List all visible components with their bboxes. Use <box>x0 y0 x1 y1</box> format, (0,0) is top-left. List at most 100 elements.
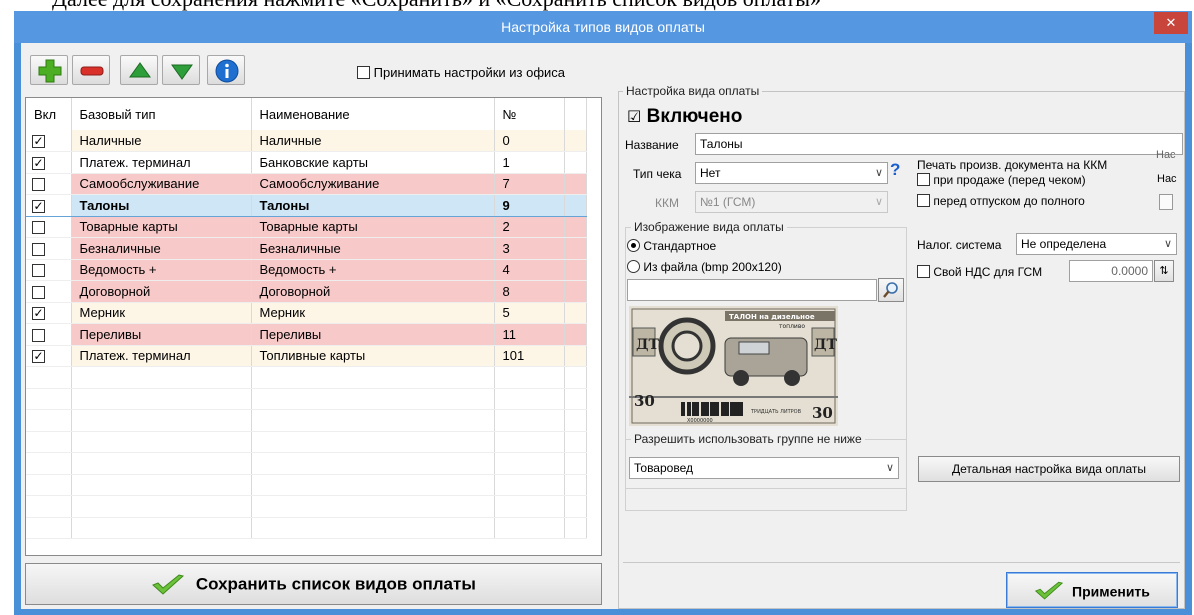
row-name: Договорной <box>251 280 495 303</box>
coupon-serial: Х0000000 <box>687 418 713 424</box>
tax-system-select[interactable]: Не определена ∨ <box>1016 233 1177 255</box>
row-enabled-cell[interactable] <box>26 323 72 346</box>
row-base-type: Ведомость + <box>71 259 252 281</box>
stepper-icon: ⇅ <box>1159 265 1169 277</box>
magnifier-icon <box>883 282 898 298</box>
empty-cell <box>71 388 252 410</box>
receipt-type-select[interactable]: Нет ∨ <box>695 162 888 184</box>
row-enabled-checkbox[interactable]: ✓ <box>32 135 45 149</box>
save-list-label: Сохранить список видов оплаты <box>195 574 476 594</box>
row-name: Наличные <box>251 130 495 152</box>
table-row[interactable]: ✓ Талоны Талоны 9 <box>26 194 587 217</box>
row-enabled-checkbox[interactable] <box>32 264 45 278</box>
vat-stepper[interactable]: ⇅ <box>1154 260 1174 282</box>
kkm-select[interactable]: №1 (ГСМ) ∨ <box>695 191 888 213</box>
empty-cell <box>564 474 587 496</box>
table-row[interactable]: Товарные карты Товарные карты 2 <box>26 216 587 238</box>
row-enabled-checkbox[interactable]: ✓ <box>32 307 45 321</box>
image-standard-radio[interactable] <box>627 239 640 253</box>
image-standard-option[interactable]: Стандартное <box>627 238 716 253</box>
dialog-window: Настройка типов видов оплаты ✕ Принимать… <box>14 11 1192 615</box>
print-before-full-option[interactable]: перед отпуском до полного <box>917 193 1085 208</box>
image-standard-label: Стандартное <box>643 238 717 253</box>
office-settings-option[interactable]: Принимать настройки из офиса <box>357 64 565 80</box>
row-enabled-checkbox[interactable] <box>32 328 45 342</box>
tax-system-label: Налог. система <box>917 238 1002 252</box>
print-on-sale-option[interactable]: при продаже (перед чеком) <box>917 172 1086 187</box>
column-header-base-type[interactable]: Базовый тип <box>71 98 252 130</box>
add-button[interactable] <box>30 55 68 85</box>
row-number: 5 <box>494 302 565 324</box>
row-enabled-cell[interactable]: ✓ <box>26 130 72 152</box>
row-spacer <box>564 130 587 152</box>
group-min-select[interactable]: Товаровед ∨ <box>629 457 899 479</box>
own-vat-input[interactable]: 0.0000 <box>1069 260 1153 282</box>
print-on-sale-checkbox[interactable] <box>917 173 930 187</box>
table-row[interactable]: ✓ Наличные Наличные 0 <box>26 130 587 152</box>
table-row[interactable]: Переливы Переливы 11 <box>26 323 587 346</box>
row-base-type: Платеж. терминал <box>71 345 252 367</box>
image-file-input[interactable] <box>627 279 877 301</box>
empty-cell <box>494 366 565 389</box>
table-row[interactable]: ✓ Мерник Мерник 5 <box>26 302 587 324</box>
row-enabled-cell[interactable] <box>26 237 72 260</box>
detail-settings-button[interactable]: Детальная настройка вида оплаты <box>918 456 1180 482</box>
apply-button[interactable]: Применить <box>1006 572 1178 608</box>
table-row[interactable]: Безналичные Безналичные 3 <box>26 237 587 260</box>
row-number: 101 <box>494 345 565 367</box>
row-enabled-checkbox[interactable]: ✓ <box>32 156 45 170</box>
row-enabled-checkbox[interactable]: ✓ <box>32 199 45 213</box>
help-icon[interactable]: ? <box>890 160 900 180</box>
receipt-type-value: Нет <box>700 166 721 180</box>
row-enabled-cell[interactable] <box>26 216 72 238</box>
name-input[interactable]: Талоны <box>695 133 1183 155</box>
empty-row <box>26 495 587 518</box>
table-row[interactable]: ✓ Платеж. терминал Банковские карты 1 <box>26 151 587 174</box>
info-button[interactable] <box>207 55 245 85</box>
column-header-enabled[interactable]: Вкл <box>26 98 72 130</box>
empty-cell <box>494 409 565 432</box>
row-enabled-cell[interactable]: ✓ <box>26 345 72 367</box>
row-spacer <box>564 216 587 238</box>
row-enabled-cell[interactable] <box>26 259 72 281</box>
row-enabled-cell[interactable]: ✓ <box>26 194 72 217</box>
move-up-button[interactable] <box>120 55 158 85</box>
row-enabled-cell[interactable]: ✓ <box>26 151 72 174</box>
empty-row <box>26 517 587 539</box>
row-enabled-checkbox[interactable] <box>32 178 45 192</box>
document-icon[interactable] <box>1159 194 1173 210</box>
print-before-full-checkbox[interactable] <box>917 194 930 208</box>
coupon-top-text: ТАЛОН на дизельное <box>729 313 815 321</box>
row-enabled-cell[interactable] <box>26 173 72 195</box>
close-button[interactable]: ✕ <box>1154 12 1188 34</box>
own-vat-option[interactable]: Свой НДС для ГСМ <box>917 264 1042 279</box>
table-row[interactable]: Самообслуживание Самообслуживание 7 <box>26 173 587 195</box>
table-row[interactable]: ✓ Платеж. терминал Топливные карты 101 <box>26 345 587 367</box>
browse-file-button[interactable] <box>878 278 904 302</box>
row-enabled-checkbox[interactable] <box>32 285 45 299</box>
office-settings-checkbox[interactable] <box>357 66 370 80</box>
enabled-checkmark[interactable]: ☑ <box>627 109 641 126</box>
image-file-option[interactable]: Из файла (bmp 200х120) <box>627 259 782 274</box>
group-min-label: Разрешить использовать группе не ниже <box>631 432 865 446</box>
enabled-option[interactable]: ☑ Включено <box>627 106 742 128</box>
remove-button[interactable] <box>72 55 110 85</box>
empty-cell <box>71 409 252 432</box>
empty-cell <box>71 474 252 496</box>
image-file-radio[interactable] <box>627 260 640 274</box>
row-base-type: Безналичные <box>71 237 252 260</box>
column-header-number[interactable]: № <box>494 98 565 130</box>
move-down-button[interactable] <box>162 55 200 85</box>
table-row[interactable]: Ведомость + Ведомость +4 <box>26 259 587 281</box>
save-list-button[interactable]: Сохранить список видов оплаты <box>25 563 602 605</box>
row-enabled-cell[interactable]: ✓ <box>26 302 72 324</box>
empty-cell <box>71 366 252 389</box>
row-enabled-checkbox[interactable] <box>32 242 45 256</box>
tax-system-value: Не определена <box>1021 237 1107 251</box>
own-vat-checkbox[interactable] <box>917 265 930 279</box>
column-header-name[interactable]: Наименование <box>251 98 495 130</box>
row-enabled-cell[interactable] <box>26 280 72 303</box>
table-row[interactable]: Договорной Договорной 8 <box>26 280 587 303</box>
row-enabled-checkbox[interactable] <box>32 221 45 235</box>
row-enabled-checkbox[interactable]: ✓ <box>32 350 45 364</box>
